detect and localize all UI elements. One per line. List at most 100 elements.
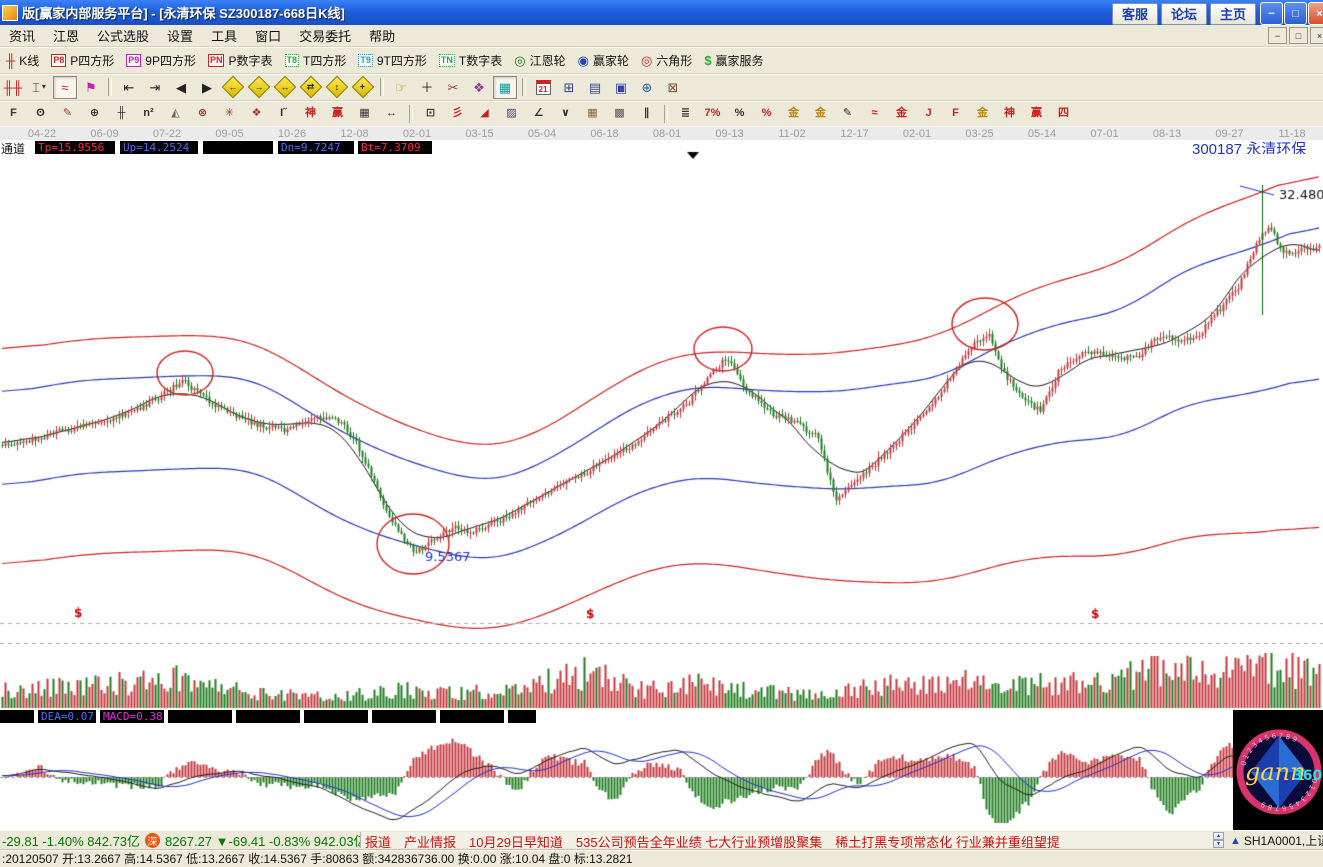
candle-type-button[interactable]: ⌶▾ [27,76,51,99]
menu-item-5[interactable]: 窗口 [246,25,290,46]
n2-button[interactable]: n² [136,104,161,124]
zigzag-button[interactable]: ≈ [53,76,77,99]
shift-left-button[interactable]: ← [221,76,245,99]
first-page-button[interactable]: ⇤ [117,76,141,99]
close-icon[interactable]: × [1308,2,1323,25]
gann-wheel-button[interactable]: ◎江恩轮 [508,49,571,71]
angle-button[interactable]: ∠ [526,104,551,124]
circle-grid-button[interactable]: ⊕ [82,104,107,124]
expand-all-button[interactable]: + [351,76,375,99]
menu-item-4[interactable]: 工具 [202,25,246,46]
restore-icon[interactable]: □ [1284,2,1307,25]
spinner-down-icon[interactable]: ▼ [1213,840,1224,848]
ying-angle-button[interactable]: 赢 [1024,104,1049,124]
star-grid-button[interactable]: ✳ [217,104,242,124]
grid-button[interactable]: ▦ [580,104,605,124]
gold-circle-button[interactable]: 金 [781,104,806,124]
hexagon-button[interactable]: ◎六角形 [635,49,698,71]
percent-button[interactable]: % [727,104,752,124]
shade-box-button[interactable]: ▨ [499,104,524,124]
current-index-label[interactable]: ▲ SH1A0001,上证指数 [1230,832,1323,849]
ruler-f-button[interactable]: F [1,104,26,124]
compress-h-button[interactable]: ⇄ [299,76,323,99]
mdi-restore-icon[interactable]: □ [1289,27,1308,44]
crosshair-button[interactable]: ＋ [415,76,439,99]
menu-item-6[interactable]: 交易委托 [290,25,360,46]
width-button[interactable]: ↔ [379,104,404,124]
news-ticker[interactable]: 报道 产业情报 10月29日早知道 535公司预告全年业绩 七大行业预增股聚集 … [360,832,1215,848]
tn-button[interactable]: TNT数字表 [433,49,508,71]
pattern-button[interactable]: ▦ [493,76,517,99]
menu-item-3[interactable]: 设置 [158,25,202,46]
vee-button[interactable]: ∨ [553,104,578,124]
cut-button[interactable]: ✂ [441,76,465,99]
compass-pen-button[interactable]: ✎ [55,104,80,124]
p4-button[interactable]: P8P四方形 [45,49,120,71]
order-button[interactable]: ⊠ [661,76,685,99]
spinner-up-icon[interactable]: ▲ [1213,832,1224,840]
parallel-button[interactable]: ∥ [634,104,659,124]
save-button[interactable]: ▣ [609,76,633,99]
calendar-button[interactable]: 21 [531,76,555,99]
gann-bars-button[interactable]: ≣ [673,104,698,124]
gold-angle-button[interactable]: 金 [970,104,995,124]
dropdown-arrow-icon[interactable]: ▾ [42,83,46,91]
web-button[interactable]: ⊕ [635,76,659,99]
service-dollar-button[interactable]: $赢家服务 [698,49,769,71]
winner-wheel-button[interactable]: ◉赢家轮 [572,49,635,71]
main-chart-canvas[interactable] [0,140,1323,830]
flag-button[interactable]: ⚑ [79,76,103,99]
wave-button[interactable]: ≈ [862,104,887,124]
scale-button[interactable]: ╫ [109,104,134,124]
shen-grid-button[interactable]: 神 [298,104,323,124]
num-grid-button[interactable]: ▦ [352,104,377,124]
kline-button[interactable]: ╫K线 [0,49,45,71]
shen-angle-button[interactable]: 神 [997,104,1022,124]
grid-bold-button[interactable]: ▩ [607,104,632,124]
mdi-minimize-icon[interactable]: − [1268,27,1287,44]
box-star-button[interactable]: ❖ [244,104,269,124]
menu-item-0[interactable]: 资讯 [0,25,44,46]
notes-button[interactable]: ▤ [583,76,607,99]
percent7-icon: 7% [705,108,721,119]
draw-tool-button[interactable]: ❖ [467,76,491,99]
gold-line-button[interactable]: 金 [808,104,833,124]
ying-grid-button[interactable]: 赢 [325,104,350,124]
expand-h-button[interactable]: ↔ [273,76,297,99]
fan-box-button[interactable]: ◢ [472,104,497,124]
hand-button[interactable]: ☞ [389,76,413,99]
i-mark-button[interactable]: I˝ [271,104,296,124]
menu-item-2[interactable]: 公式选股 [88,25,158,46]
brush-button[interactable]: ✎ [835,104,860,124]
mdi-close-icon[interactable]: × [1310,27,1323,44]
pn-button[interactable]: PNP数字表 [202,49,279,71]
quick-button-2[interactable]: 主页 [1210,3,1256,25]
menu-item-1[interactable]: 江恩 [44,25,88,46]
gold-box-button[interactable]: 金 [889,104,914,124]
minimize-icon[interactable]: − [1260,2,1283,25]
expand-v-button[interactable]: ↕ [325,76,349,99]
prev-page-button[interactable]: ◀ [169,76,193,99]
mirror-button[interactable]: ◭ [163,104,188,124]
fan-button[interactable]: 彡 [445,104,470,124]
percent7-button[interactable]: 7% [700,104,725,124]
menu-item-7[interactable]: 帮助 [360,25,404,46]
j-angle-button[interactable]: J [916,104,941,124]
last-page-button[interactable]: ⇥ [143,76,167,99]
quick-button-1[interactable]: 论坛 [1161,3,1207,25]
percent-line-button[interactable]: % [754,104,779,124]
spiral-button[interactable]: ʘ [28,104,53,124]
t4-button[interactable]: T8T四方形 [279,49,353,71]
p9-button[interactable]: P99P四方形 [120,49,202,71]
t9-button[interactable]: T99T四方形 [352,49,433,71]
si-angle-button[interactable]: 四 [1051,104,1076,124]
next-page-button[interactable]: ▶ [195,76,219,99]
bar-chart-button[interactable]: ╫╫ [1,76,25,99]
target-button[interactable]: ⊗ [190,104,215,124]
calculator-button[interactable]: ⊞ [557,76,581,99]
quick-button-0[interactable]: 客服 [1112,3,1158,25]
shift-right-button[interactable]: → [247,76,271,99]
box-tool-button[interactable]: ⊡ [418,104,443,124]
news-spinner[interactable]: ▲ ▼ [1213,832,1224,848]
f-angle-button[interactable]: F [943,104,968,124]
